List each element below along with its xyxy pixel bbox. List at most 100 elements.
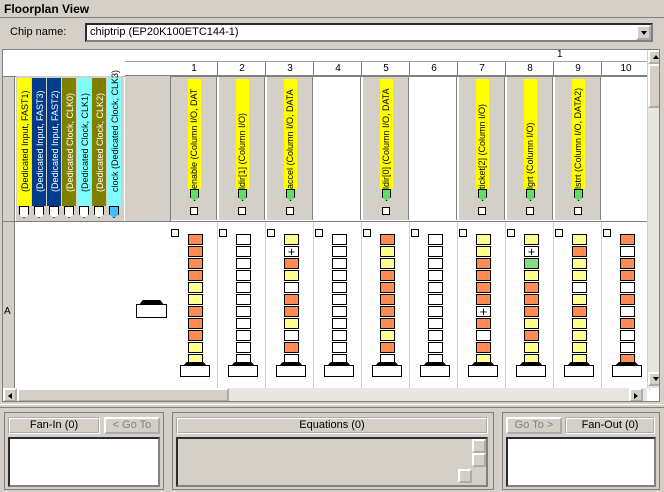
io-pin-strip[interactable]: enable (Column I/O, DAT bbox=[188, 79, 201, 189]
scroll-right-button[interactable] bbox=[458, 469, 472, 483]
logic-cell[interactable] bbox=[428, 234, 443, 245]
logic-cell[interactable] bbox=[188, 294, 203, 305]
logic-cell[interactable] bbox=[236, 282, 251, 293]
logic-cell[interactable] bbox=[524, 294, 539, 305]
logic-cell[interactable] bbox=[284, 282, 299, 293]
logic-cell[interactable] bbox=[236, 306, 251, 317]
logic-cell[interactable] bbox=[332, 246, 347, 257]
fan-out-list[interactable] bbox=[506, 437, 656, 487]
fan-out-goto-button[interactable]: Go To > bbox=[506, 417, 562, 434]
horizontal-scroll-thumb[interactable] bbox=[17, 388, 229, 401]
logic-cell[interactable] bbox=[428, 306, 443, 317]
logic-cell[interactable] bbox=[284, 306, 299, 317]
logic-cell[interactable] bbox=[620, 246, 635, 257]
collapse-square-icon[interactable] bbox=[267, 229, 275, 237]
logic-cell[interactable] bbox=[188, 246, 203, 257]
splitter[interactable] bbox=[0, 404, 664, 408]
io-pin-strip[interactable]: ldir[0] (Column I/O, DATA bbox=[380, 79, 393, 189]
logic-cell[interactable] bbox=[476, 282, 491, 293]
logic-cell[interactable] bbox=[236, 342, 251, 353]
logic-cell[interactable] bbox=[428, 282, 443, 293]
io-block-8[interactable]: lgrt (Column I/O) bbox=[507, 77, 553, 220]
logic-cell[interactable] bbox=[524, 270, 539, 281]
io-block-4[interactable] bbox=[315, 77, 361, 220]
logic-cell[interactable] bbox=[284, 246, 299, 257]
collapse-square-icon[interactable] bbox=[171, 229, 179, 237]
logic-cell[interactable] bbox=[236, 246, 251, 257]
io-block-6[interactable] bbox=[411, 77, 457, 220]
logic-cell[interactable] bbox=[284, 270, 299, 281]
collapse-square-icon[interactable] bbox=[555, 229, 563, 237]
logic-cell[interactable] bbox=[524, 306, 539, 317]
logic-cell[interactable] bbox=[284, 342, 299, 353]
row-cell-block[interactable] bbox=[136, 304, 167, 318]
logic-cell[interactable] bbox=[332, 318, 347, 329]
logic-cell[interactable] bbox=[332, 294, 347, 305]
logic-cell[interactable] bbox=[620, 342, 635, 353]
logic-cell[interactable] bbox=[620, 306, 635, 317]
logic-cell[interactable] bbox=[476, 342, 491, 353]
logic-cell[interactable] bbox=[284, 330, 299, 341]
io-pin-strip[interactable]: lgrt (Column I/O) bbox=[524, 79, 537, 189]
logic-cell[interactable] bbox=[572, 282, 587, 293]
lab-column[interactable] bbox=[411, 222, 458, 390]
lab-column[interactable] bbox=[219, 222, 266, 390]
io-checkbox[interactable] bbox=[286, 207, 294, 215]
logic-cell[interactable] bbox=[620, 294, 635, 305]
logic-cell[interactable] bbox=[572, 318, 587, 329]
lab-column[interactable] bbox=[459, 222, 506, 390]
logic-cell[interactable] bbox=[236, 318, 251, 329]
logic-cell[interactable] bbox=[572, 294, 587, 305]
lab-column[interactable] bbox=[171, 222, 218, 390]
logic-cell[interactable] bbox=[380, 342, 395, 353]
floorplan-area[interactable]: 1 1 2 3 4 5 6 7 8 9 10 A (Dedicated Input, FAST1)… bbox=[2, 49, 660, 402]
logic-cell[interactable] bbox=[332, 270, 347, 281]
logic-cell[interactable] bbox=[572, 270, 587, 281]
logic-cell[interactable] bbox=[188, 306, 203, 317]
dedicated-pin-strip[interactable]: (Dedicated Input, FAST3) bbox=[32, 78, 46, 206]
collapse-square-icon[interactable] bbox=[219, 229, 227, 237]
logic-cell[interactable] bbox=[188, 282, 203, 293]
logic-cell[interactable] bbox=[524, 246, 539, 257]
io-block-5[interactable]: ldir[0] (Column I/O, DATA bbox=[363, 77, 409, 220]
logic-cell[interactable] bbox=[380, 318, 395, 329]
logic-cell[interactable] bbox=[380, 258, 395, 269]
logic-cell[interactable] bbox=[332, 330, 347, 341]
io-block-9[interactable]: lstrt (Column I/O, DATA2) bbox=[555, 77, 601, 220]
logic-cell[interactable] bbox=[332, 342, 347, 353]
logic-cell[interactable] bbox=[236, 330, 251, 341]
lab-column[interactable] bbox=[363, 222, 410, 390]
logic-cell[interactable] bbox=[188, 270, 203, 281]
logic-cell[interactable] bbox=[332, 306, 347, 317]
collapse-square-icon[interactable] bbox=[603, 229, 611, 237]
logic-cell[interactable] bbox=[428, 330, 443, 341]
logic-cell[interactable] bbox=[188, 330, 203, 341]
logic-cell[interactable] bbox=[572, 330, 587, 341]
scroll-right-button[interactable] bbox=[629, 388, 643, 401]
logic-cell[interactable] bbox=[428, 270, 443, 281]
logic-cell[interactable] bbox=[380, 306, 395, 317]
scroll-down-button[interactable] bbox=[472, 453, 486, 467]
io-checkbox[interactable] bbox=[526, 207, 534, 215]
scroll-up-button[interactable] bbox=[472, 439, 486, 453]
vertical-scroll-thumb[interactable] bbox=[648, 64, 659, 108]
equations-text[interactable] bbox=[176, 437, 488, 487]
logic-cell[interactable] bbox=[188, 234, 203, 245]
collapse-square-icon[interactable] bbox=[507, 229, 515, 237]
scroll-up-button[interactable] bbox=[648, 50, 659, 64]
logic-cell[interactable] bbox=[428, 342, 443, 353]
logic-cell[interactable] bbox=[284, 294, 299, 305]
lab-column[interactable] bbox=[555, 222, 602, 390]
dedicated-pin-strip[interactable]: (Dedicated Input, FAST1) bbox=[17, 78, 31, 206]
io-checkbox[interactable] bbox=[478, 207, 486, 215]
logic-cell[interactable] bbox=[476, 330, 491, 341]
logic-cell[interactable] bbox=[380, 294, 395, 305]
logic-cell[interactable] bbox=[572, 342, 587, 353]
logic-cell[interactable] bbox=[332, 258, 347, 269]
logic-cell[interactable] bbox=[380, 234, 395, 245]
logic-cell[interactable] bbox=[476, 306, 491, 317]
logic-cell[interactable] bbox=[380, 330, 395, 341]
collapse-square-icon[interactable] bbox=[411, 229, 419, 237]
dedicated-pin-strip[interactable]: (Dedicated Clock, CLK2) bbox=[92, 78, 106, 206]
collapse-square-icon[interactable] bbox=[363, 229, 371, 237]
